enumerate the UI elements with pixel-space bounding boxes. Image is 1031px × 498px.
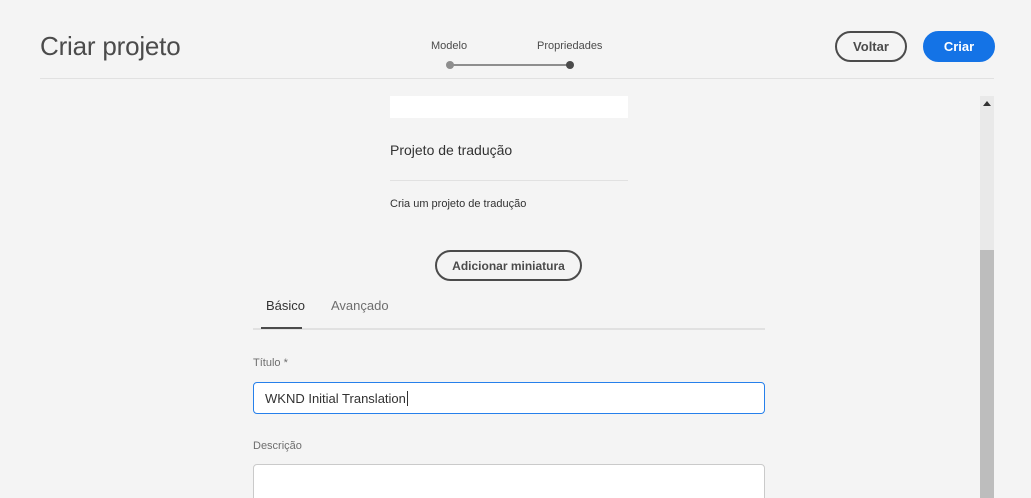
create-button[interactable]: Criar [923,31,995,62]
back-button[interactable]: Voltar [835,31,907,62]
tab-basic[interactable]: Básico [266,298,305,313]
create-project-page: Criar projeto Modelo Propriedades Voltar… [0,0,1031,498]
description-field-label: Descrição [253,440,302,452]
template-description: Cria um projeto de tradução [390,198,527,210]
description-field[interactable] [253,464,765,498]
header-divider [40,78,994,79]
step-label-model: Modelo [431,40,468,52]
scroll-up-arrow-icon[interactable] [983,101,991,106]
text-caret [406,390,408,406]
active-tab-indicator [261,327,302,329]
tabs-divider [253,328,765,330]
page-title: Criar projeto [40,31,181,61]
tab-advanced[interactable]: Avançado [331,298,389,313]
add-thumbnail-button[interactable]: Adicionar miniatura [435,250,582,281]
step-label-properties: Propriedades [537,40,603,52]
template-title: Projeto de tradução [390,142,513,158]
template-thumbnail [390,96,628,118]
stepper-line [450,64,570,66]
step-dot-model [446,61,454,69]
title-field-value: WKND Initial Translation [265,390,406,406]
title-field[interactable]: WKND Initial Translation [253,382,765,414]
template-divider [390,180,628,181]
title-field-label: Título * [253,357,288,369]
step-dot-properties [566,61,574,69]
scrollbar-thumb[interactable] [980,250,994,498]
